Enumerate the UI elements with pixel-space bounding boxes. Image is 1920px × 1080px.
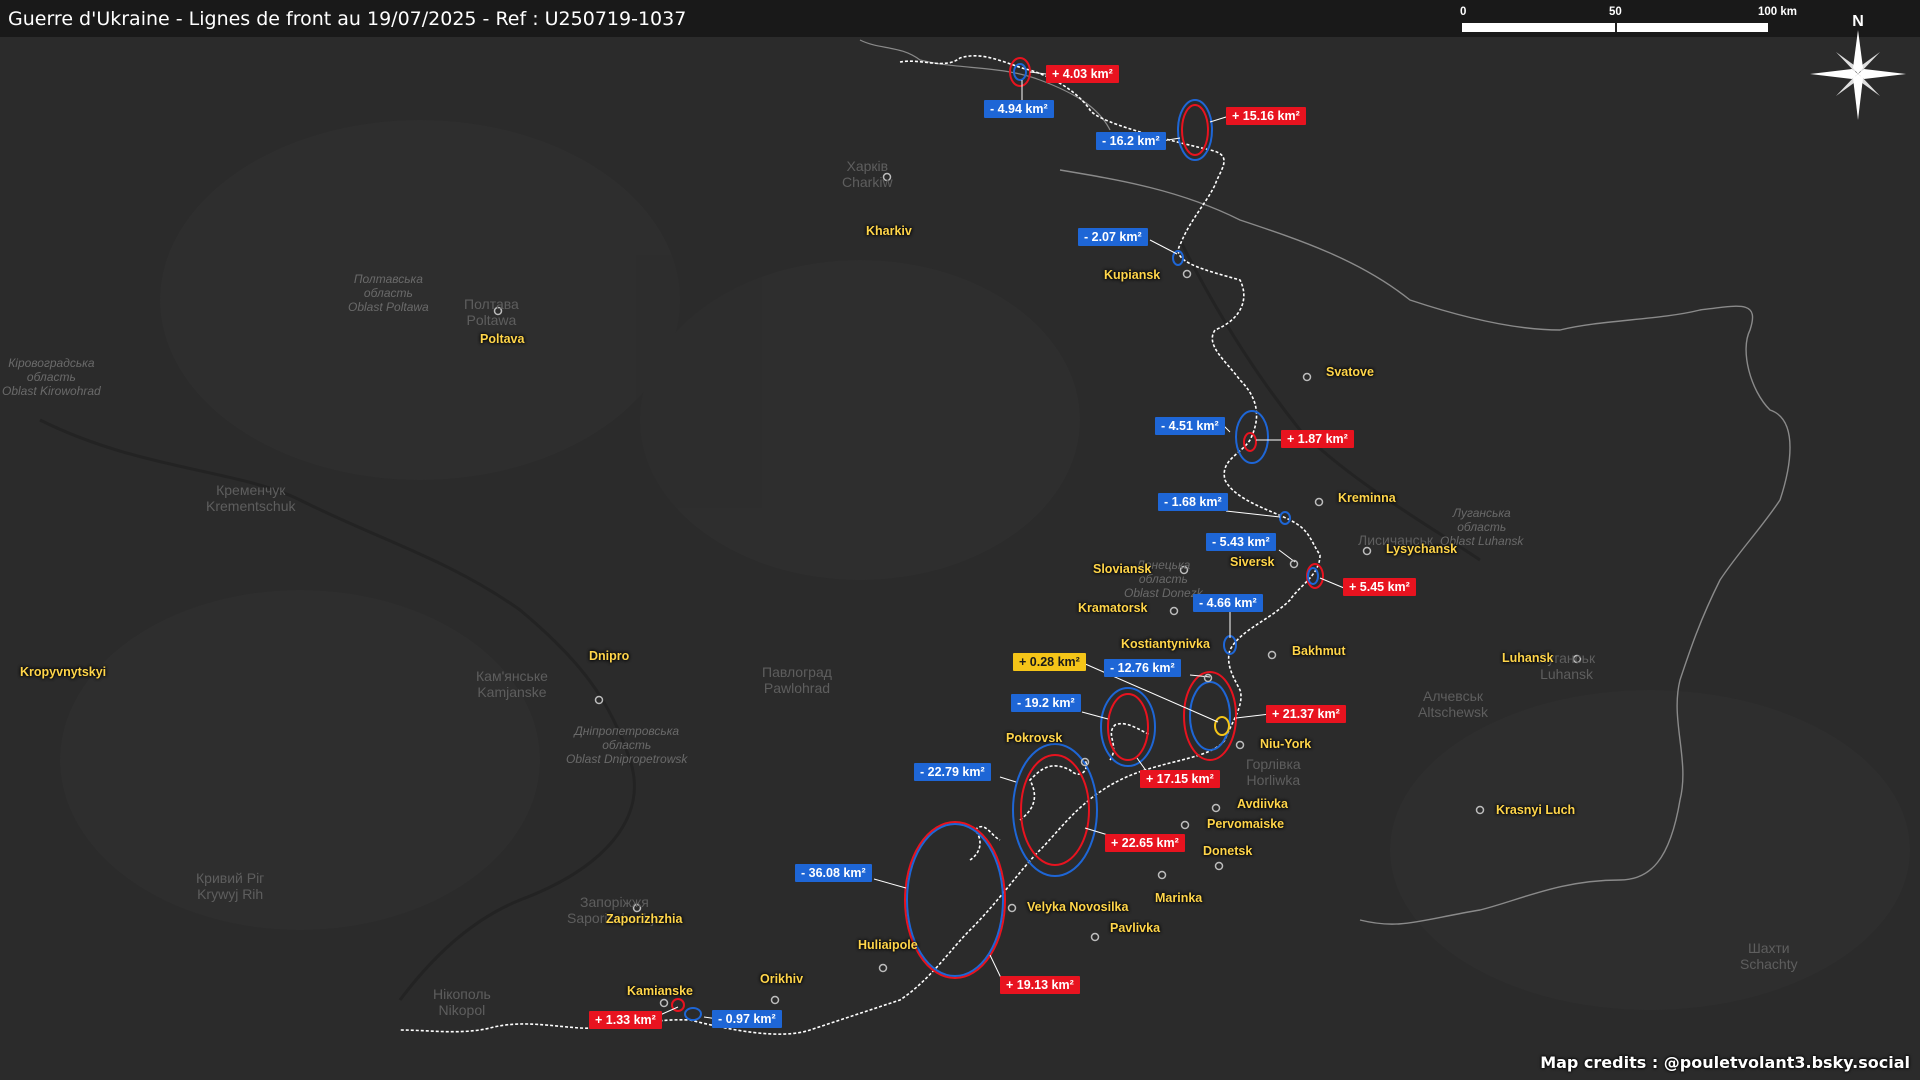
change-tag-loss: - 5.43 km² xyxy=(1206,533,1276,551)
base-label-shakhty: Шахти Schachty xyxy=(1740,940,1798,972)
compass-rose-icon: N xyxy=(1808,8,1908,120)
map-title: Guerre d'Ukraine - Lignes de front au 19… xyxy=(8,8,687,30)
scale-label-50: 50 xyxy=(1609,6,1622,18)
city-label-luhansk: Luhansk xyxy=(1502,651,1554,665)
change-tag-gain: + 22.65 km² xyxy=(1105,834,1185,852)
change-tag-loss: - 4.94 km² xyxy=(984,100,1054,118)
change-tag-gain: + 17.15 km² xyxy=(1140,770,1220,788)
city-label-niu-york: Niu-York xyxy=(1260,737,1312,751)
base-label-kremenchuk: Кременчук Krementschuk xyxy=(206,482,296,514)
change-tag-loss: - 4.51 km² xyxy=(1155,417,1225,435)
city-label-krasnyi-luch: Krasnyi Luch xyxy=(1496,803,1576,817)
change-tag-gain: + 1.33 km² xyxy=(589,1011,662,1029)
base-label-nikopol: Нікополь Nikopol xyxy=(433,986,491,1018)
region-label-kirovohrad-oblast: Кіровоградська область Oblast Kirowohrad xyxy=(2,356,101,398)
base-label-kharkiv: Харків Charkiw xyxy=(842,158,893,190)
city-label-svatove: Svatove xyxy=(1326,365,1374,379)
scale-label-100: 100 km xyxy=(1758,6,1798,18)
base-label-kryvyi-rih: Кривий Ріг Krywyj Rih xyxy=(196,870,265,902)
compass-north-label: N xyxy=(1852,13,1864,30)
change-tag-gain: + 19.13 km² xyxy=(1000,976,1080,994)
base-label-horlivka: Горлівка Horliwka xyxy=(1246,756,1301,788)
city-label-kharkiv: Kharkiv xyxy=(866,224,912,238)
city-label-marinka: Marinka xyxy=(1155,891,1203,905)
change-tag-gain: + 1.87 km² xyxy=(1281,430,1354,448)
scale-bar-white xyxy=(1462,23,1615,32)
scale-bar: 0 50 100 km xyxy=(1460,6,1810,36)
city-label-pavlivka: Pavlivka xyxy=(1110,921,1161,935)
city-label-huliaipole: Huliaipole xyxy=(858,938,918,952)
change-tag-loss: - 0.97 km² xyxy=(712,1010,782,1028)
city-label-kreminna: Kreminna xyxy=(1338,491,1396,505)
map-credits: Map credits : @pouletvolant3.bsky.social xyxy=(1540,1053,1910,1072)
city-label-lysychansk: Lysychansk xyxy=(1386,542,1458,556)
city-label-kostiantynivka: Kostiantynivka xyxy=(1121,637,1210,651)
change-tag-loss: - 1.68 km² xyxy=(1158,493,1228,511)
change-tag-loss: - 12.76 km² xyxy=(1104,659,1181,677)
city-label-dnipro: Dnipro xyxy=(589,649,630,663)
city-label-kramatorsk: Kramatorsk xyxy=(1078,601,1148,615)
scale-bar-dark xyxy=(1615,23,1768,32)
scale-label-0: 0 xyxy=(1460,6,1467,18)
change-tag-loss: - 16.2 km² xyxy=(1096,132,1166,150)
change-tag-loss: - 22.79 km² xyxy=(914,763,991,781)
city-label-velyka-novosilka: Velyka Novosilka xyxy=(1027,900,1129,914)
city-label-avdiivka: Avdiivka xyxy=(1237,797,1288,811)
change-tag-gain: + 15.16 km² xyxy=(1226,107,1306,125)
map-canvas[interactable] xyxy=(0,0,1920,1080)
city-label-sloviansk: Sloviansk xyxy=(1093,562,1152,576)
city-label-poltava: Poltava xyxy=(480,332,525,346)
city-label-kupiansk: Kupiansk xyxy=(1104,268,1161,282)
base-label-alchevsk: Алчевськ Altschewsk xyxy=(1418,688,1489,720)
city-label-donetsk: Donetsk xyxy=(1203,844,1253,858)
city-label-siversk: Siversk xyxy=(1230,555,1275,569)
change-tag-loss: - 2.07 km² xyxy=(1078,228,1148,246)
change-tag-loss: - 19.2 km² xyxy=(1011,694,1081,712)
base-label-poltava: Полтава Poltawa xyxy=(464,296,519,328)
city-label-pervomaiske: Pervomaiske xyxy=(1207,817,1285,831)
city-label-pokrovsk: Pokrovsk xyxy=(1006,731,1063,745)
change-tag-gain: + 21.37 km² xyxy=(1266,705,1346,723)
base-label-kamianske: Кам'янське Kamjanske xyxy=(476,668,548,700)
base-label-pavlohrad: Павлоград Pawlohrad xyxy=(762,664,832,696)
change-tag-neutral: + 0.28 km² xyxy=(1013,653,1086,671)
change-tag-loss: - 4.66 km² xyxy=(1193,594,1263,612)
city-label-kropyvnytskyi: Kropyvnytskyi xyxy=(20,665,107,679)
change-tag-gain: + 4.03 km² xyxy=(1046,65,1119,83)
change-tag-loss: - 36.08 km² xyxy=(795,864,872,882)
region-label-poltava-oblast: Полтавська область Oblast Poltawa xyxy=(348,272,429,314)
city-label-orikhiv: Orikhiv xyxy=(760,972,804,986)
city-label-zaporizhzhia: Zaporizhzhia xyxy=(606,912,683,926)
city-label-bakhmut: Bakhmut xyxy=(1292,644,1346,658)
region-label-dnipropetrovsk-oblast: Дніпропетровська область Oblast Dnipropetr… xyxy=(566,724,688,766)
change-tag-gain: + 5.45 km² xyxy=(1343,578,1416,596)
city-label-kamianske: Kamianske xyxy=(627,984,694,998)
